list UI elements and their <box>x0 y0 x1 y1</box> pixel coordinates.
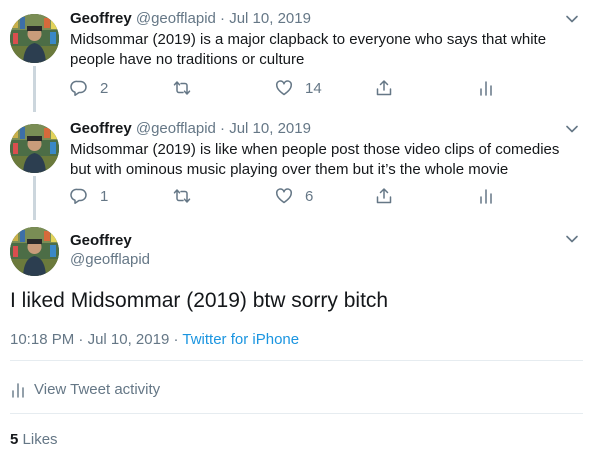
display-name[interactable]: Geoffrey <box>70 10 132 27</box>
like-count: 14 <box>305 79 322 97</box>
avatar[interactable] <box>10 124 59 173</box>
tweet-text: I liked Midsommar (2019) btw sorry bitch <box>10 289 389 312</box>
share-icon <box>375 187 393 205</box>
separator: · <box>220 120 226 137</box>
heart-icon <box>275 187 293 205</box>
display-name[interactable]: Geoffrey <box>70 231 132 250</box>
tweet-body: Geoffrey @geofflapid · Jul 10, 2019 Mids… <box>70 9 579 70</box>
thread-tweet[interactable]: Geoffrey @geofflapid · Jul 10, 2019 Mids… <box>0 110 593 218</box>
separator: · <box>173 331 179 348</box>
tweet-text: Midsommar (2019) is a major clapback to … <box>70 31 547 68</box>
display-name[interactable]: Geoffrey <box>70 120 132 137</box>
like-button[interactable]: 14 <box>275 78 322 98</box>
timestamp[interactable]: Jul 10, 2019 <box>229 10 311 27</box>
tweet-date[interactable]: Jul 10, 2019 <box>88 331 170 348</box>
tweet-meta: 10:18 PM · Jul 10, 2019 · Twitter for iP… <box>10 330 299 349</box>
reply-button[interactable]: 2 <box>70 78 108 98</box>
like-count: 6 <box>305 187 314 205</box>
tweet-source-link[interactable]: Twitter for iPhone <box>182 331 299 348</box>
focused-tweet: Geoffrey @geofflapid I liked Midsommar (… <box>0 218 593 460</box>
chevron-down-icon[interactable] <box>565 12 579 26</box>
view-tweet-activity-link[interactable]: View Tweet activity <box>10 380 160 399</box>
share-icon <box>375 79 393 97</box>
analytics-icon <box>10 382 34 398</box>
separator: · <box>220 10 226 27</box>
retweet-button[interactable] <box>173 78 203 98</box>
username[interactable]: @geofflapid <box>136 10 216 27</box>
tweet-header: Geoffrey @geofflapid · Jul 10, 2019 <box>70 119 579 138</box>
thread-tweet[interactable]: Geoffrey @geofflapid · Jul 10, 2019 Mids… <box>0 0 593 112</box>
separator: · <box>78 331 84 348</box>
chevron-down-icon[interactable] <box>565 122 579 136</box>
tweet-header: Geoffrey @geofflapid · Jul 10, 2019 <box>70 9 579 28</box>
analytics-button[interactable] <box>477 186 495 206</box>
tweet-time[interactable]: 10:18 PM <box>10 331 74 348</box>
like-button[interactable]: 6 <box>275 186 313 206</box>
share-button[interactable] <box>375 78 393 98</box>
tweet-actions: 2 14 <box>70 78 510 98</box>
tweet-text: Midsommar (2019) is like when people pos… <box>70 141 560 178</box>
reply-icon <box>70 187 88 205</box>
thread-connector <box>33 176 36 220</box>
tweet-actions: 1 6 <box>70 186 510 206</box>
analytics-button[interactable] <box>477 78 495 98</box>
timestamp[interactable]: Jul 10, 2019 <box>229 120 311 137</box>
share-button[interactable] <box>375 186 393 206</box>
reply-icon <box>70 79 88 97</box>
reply-count: 2 <box>100 79 109 97</box>
reply-count: 1 <box>100 187 109 205</box>
chevron-down-icon[interactable] <box>565 232 579 246</box>
analytics-icon <box>477 79 495 97</box>
likes-stat[interactable]: 5 Likes <box>10 430 58 449</box>
activity-label: View Tweet activity <box>34 381 161 398</box>
divider <box>10 360 583 361</box>
avatar[interactable] <box>10 227 59 276</box>
heart-icon <box>275 79 293 97</box>
analytics-icon <box>477 187 495 205</box>
retweet-button[interactable] <box>173 186 203 206</box>
retweet-icon <box>173 187 191 205</box>
thread-connector <box>33 66 36 112</box>
divider <box>10 413 583 414</box>
retweet-icon <box>173 79 191 97</box>
avatar[interactable] <box>10 14 59 63</box>
likes-label: Likes <box>22 431 58 448</box>
username[interactable]: @geofflapid <box>136 120 216 137</box>
tweet-body: Geoffrey @geofflapid · Jul 10, 2019 Mids… <box>70 119 579 180</box>
likes-count: 5 <box>10 431 19 448</box>
username[interactable]: @geofflapid <box>70 250 150 269</box>
reply-button[interactable]: 1 <box>70 186 108 206</box>
